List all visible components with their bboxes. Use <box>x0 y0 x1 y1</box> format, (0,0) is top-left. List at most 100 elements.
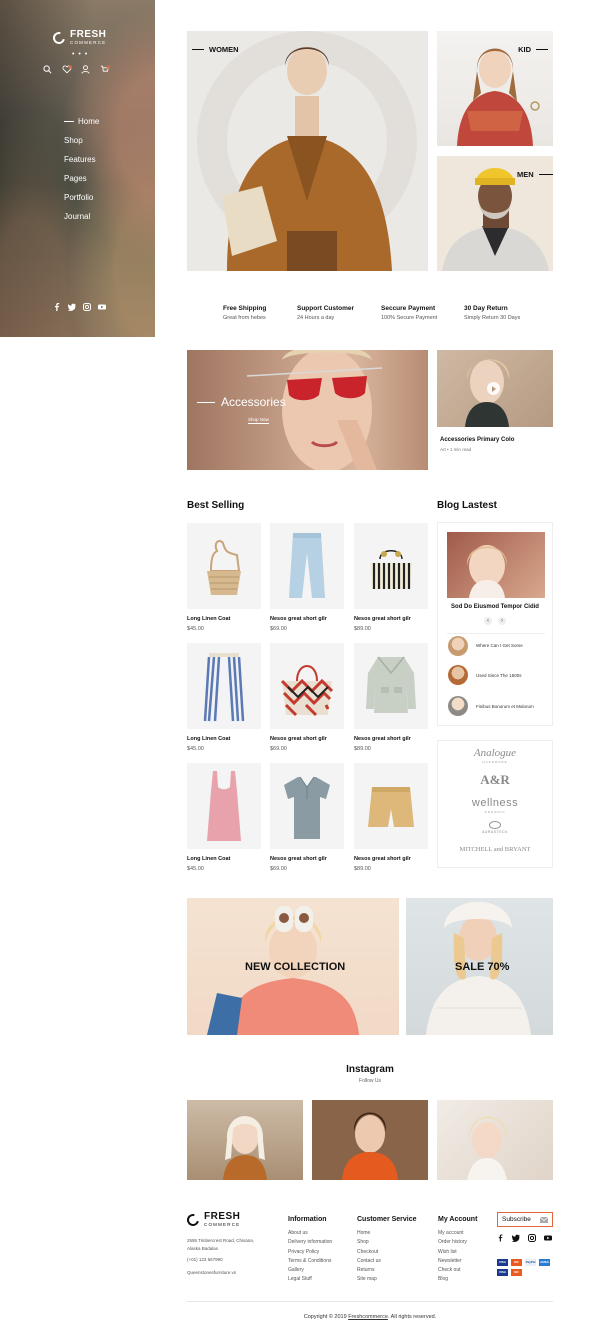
blog-post-title[interactable]: Where Can I Get Some <box>476 643 523 648</box>
product-image[interactable] <box>187 643 261 729</box>
menu-item-journal[interactable]: Journal <box>64 212 99 231</box>
product-name[interactable]: Long Linen Coat <box>187 616 261 622</box>
blog-next-button[interactable]: › <box>498 617 506 625</box>
footer-link[interactable]: Order history <box>438 1238 477 1247</box>
blog-post-title[interactable]: Used Since The 1500s <box>476 673 521 678</box>
copyright-link[interactable]: Freshcommerce <box>348 1314 388 1320</box>
brand-logo-aurasteck[interactable]: AURASTECK <box>438 830 552 834</box>
footer-link[interactable]: Legal Stuff <box>288 1275 332 1284</box>
brand-logo-analogue[interactable]: Analogue <box>438 747 552 759</box>
twitter-icon[interactable] <box>512 1234 520 1242</box>
product-card[interactable]: Nesos great short gilr $89.00 <box>354 763 428 872</box>
product-name[interactable]: Nesos great short gilr <box>270 736 344 742</box>
accessories-title: Accessories <box>221 395 286 409</box>
product-name[interactable]: Long Linen Coat <box>187 736 261 742</box>
twitter-icon[interactable] <box>67 298 76 311</box>
product-card[interactable]: Nesos great short gilr $89.00 <box>354 643 428 752</box>
footer-link[interactable]: About us <box>288 1229 332 1238</box>
footer-link[interactable]: My account <box>438 1229 477 1238</box>
category-kid-image[interactable]: KID <box>437 31 553 146</box>
product-image[interactable] <box>354 763 428 849</box>
user-icon[interactable] <box>81 61 90 74</box>
product-name[interactable]: Nesos great short gilr <box>270 856 344 862</box>
play-button[interactable] <box>487 382 500 395</box>
product-image[interactable] <box>270 763 344 849</box>
blog-post-title[interactable]: Finibus Bonorum et Malorum <box>476 704 534 709</box>
search-icon[interactable] <box>43 61 52 74</box>
cart-icon[interactable] <box>100 61 110 72</box>
menu-item-shop[interactable]: Shop <box>64 136 99 155</box>
product-name[interactable]: Nesos great short gilr <box>270 616 344 622</box>
site-logo[interactable]: FRESH COMMERCE <box>50 30 106 47</box>
footer-logo[interactable]: FRESH COMMERCE <box>184 1212 240 1229</box>
instagram-photo[interactable] <box>312 1100 428 1180</box>
video-thumbnail[interactable] <box>437 350 553 427</box>
instagram-icon[interactable] <box>528 1234 536 1242</box>
category-men-image[interactable]: MEN <box>437 156 553 271</box>
blog-post-thumb[interactable] <box>448 665 468 685</box>
video-meta: Art • 1 min read <box>440 447 472 452</box>
subscribe-button[interactable]: Subscribe <box>497 1212 553 1227</box>
menu-item-features[interactable]: Features <box>64 155 99 174</box>
product-card[interactable]: Long Linen Coat $45.00 <box>187 763 261 872</box>
footer-link[interactable]: Site map <box>357 1275 417 1284</box>
facebook-icon[interactable] <box>53 298 61 311</box>
footer-link[interactable]: Shop <box>357 1238 417 1247</box>
product-name[interactable]: Nesos great short gilr <box>354 736 428 742</box>
product-card[interactable]: Nesos great short gilr $69.00 <box>270 763 344 872</box>
menu-item-portfolio[interactable]: Portfolio <box>64 193 99 212</box>
instagram-photo[interactable] <box>187 1100 303 1180</box>
product-name[interactable]: Long Linen Coat <box>187 856 261 862</box>
instagram-photo[interactable] <box>437 1100 553 1180</box>
menu-item-home[interactable]: Home <box>64 117 99 136</box>
men-label: MEN <box>517 170 553 179</box>
footer-link[interactable]: Home <box>357 1229 417 1238</box>
product-card[interactable]: Nesos great short gilr $89.00 <box>354 523 428 632</box>
new-collection-banner[interactable]: NEW COLLECTION <box>187 898 399 1035</box>
footer-link[interactable]: Checkout <box>357 1248 417 1257</box>
product-image[interactable] <box>270 643 344 729</box>
accessories-promo[interactable]: Accessories Shop Now <box>187 350 428 470</box>
footer-link[interactable]: Blog <box>438 1275 477 1284</box>
shop-now-link[interactable]: Shop Now <box>248 417 269 424</box>
product-card[interactable]: Long Linen Coat $45.00 <box>187 523 261 632</box>
footer-link[interactable]: Terms & Conditions <box>288 1257 332 1266</box>
blog-feature-image[interactable] <box>447 532 545 598</box>
accessories-title-wrap: Accessories <box>197 395 286 409</box>
product-image[interactable] <box>354 523 428 609</box>
product-card[interactable]: Nesos great short gilr $69.00 <box>270 523 344 632</box>
blog-prev-button[interactable]: ‹ <box>484 617 492 625</box>
footer-link[interactable]: Gallery <box>288 1266 332 1275</box>
product-card[interactable]: Nesos great short gilr $69.00 <box>270 643 344 752</box>
blog-post-thumb[interactable] <box>448 636 468 656</box>
product-image[interactable] <box>187 763 261 849</box>
product-image[interactable] <box>270 523 344 609</box>
brand-logo-wellness[interactable]: wellness <box>438 797 552 809</box>
brand-logo-mitchell[interactable]: MITCHELL and BRYANT <box>438 846 552 854</box>
blog-post-thumb[interactable] <box>448 696 468 716</box>
blog-feature-title[interactable]: Sod Do Eiusmod Tempor Cidid <box>438 604 552 610</box>
product-image[interactable] <box>354 643 428 729</box>
brand-logo-ar[interactable]: A&R <box>438 772 552 788</box>
product-name[interactable]: Nesos great short gilr <box>354 856 428 862</box>
youtube-icon[interactable] <box>544 1234 552 1242</box>
footer-link[interactable]: Wish list <box>438 1248 477 1257</box>
product-name[interactable]: Nesos great short gilr <box>354 616 428 622</box>
footer-link[interactable]: Delivery information <box>288 1238 332 1247</box>
instagram-icon[interactable] <box>83 298 91 311</box>
facebook-icon[interactable] <box>497 1234 504 1242</box>
product-image[interactable] <box>187 523 261 609</box>
footer-link[interactable]: Privacy Policy <box>288 1248 332 1257</box>
wishlist-icon[interactable] <box>62 61 72 74</box>
footer-email[interactable]: Queenstonesfurniture.vn <box>187 1270 236 1275</box>
sale-banner[interactable]: SALE 70% <box>406 898 553 1035</box>
product-card[interactable]: Long Linen Coat $45.00 <box>187 643 261 752</box>
category-women-image[interactable]: WOMEN <box>187 31 428 271</box>
footer-link[interactable]: Check out <box>438 1266 477 1275</box>
footer-link[interactable]: Contact us <box>357 1257 417 1266</box>
youtube-icon[interactable] <box>98 298 106 310</box>
video-title[interactable]: Accessories Primary Colo <box>440 437 514 443</box>
menu-item-pages[interactable]: Pages <box>64 174 99 193</box>
footer-link[interactable]: Returns <box>357 1266 417 1275</box>
footer-link[interactable]: Newsletter <box>438 1257 477 1266</box>
